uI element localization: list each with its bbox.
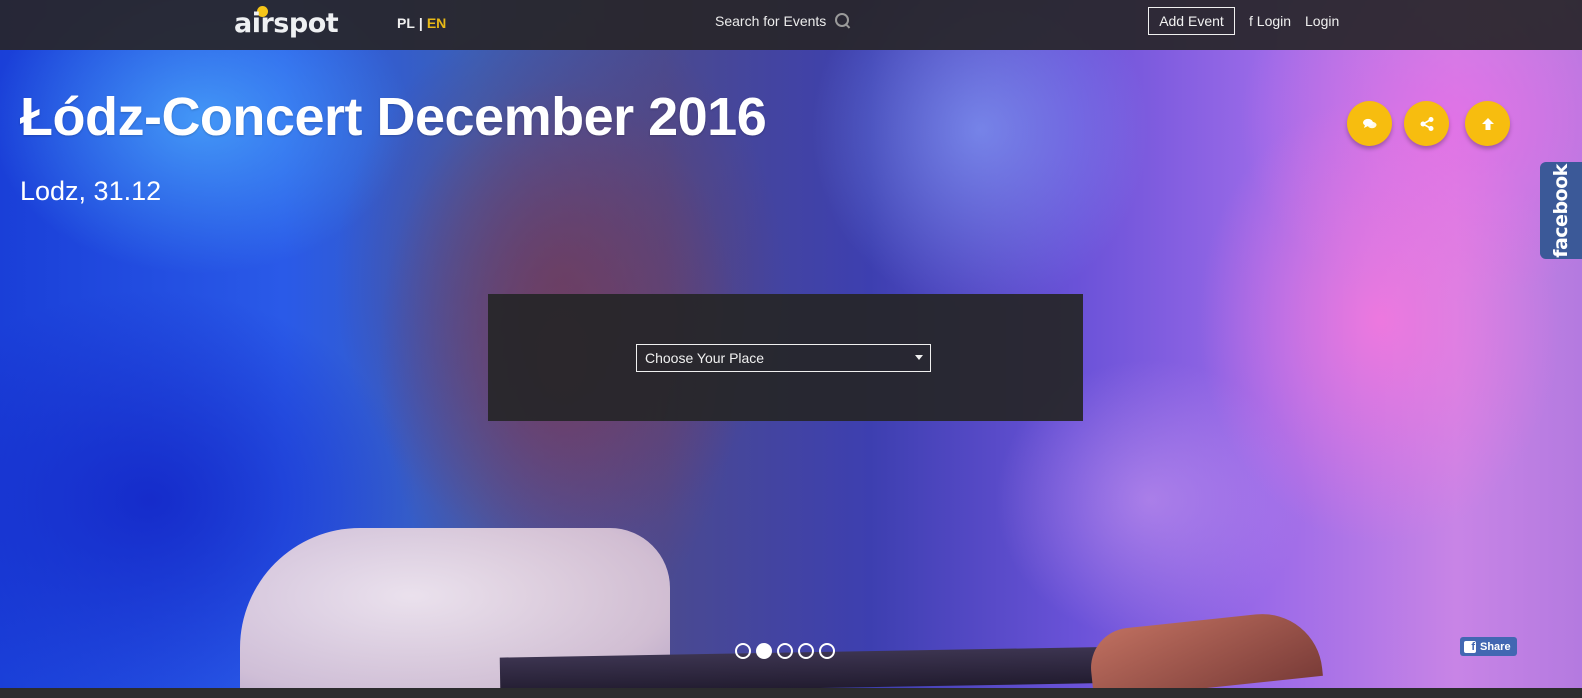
facebook-icon: f [1464,640,1476,653]
facebook-share-button[interactable]: f Share [1460,637,1517,656]
hero-guitar-head [1087,608,1323,688]
facebook-login-link[interactable]: f Login [1249,13,1291,29]
carousel-dot-1[interactable] [735,643,751,659]
language-separator: | [418,15,423,31]
chevron-down-icon [915,355,923,360]
share-button[interactable] [1404,101,1449,146]
carousel-dot-4[interactable] [798,643,814,659]
facebook-share-label: Share [1480,640,1511,653]
search-label: Search for Events [715,13,827,29]
language-pl[interactable]: PL [397,15,415,31]
language-en[interactable]: EN [427,15,446,31]
carousel-dot-2[interactable] [756,643,772,659]
bottom-bar [0,688,1582,698]
share-icon [1420,116,1433,131]
choose-place-value: Choose Your Place [645,350,765,366]
event-title: Łódz-Concert December 2016 [20,87,767,147]
language-switcher: PL | EN [397,15,446,31]
scroll-up-button[interactable] [1465,101,1510,146]
carousel-indicators [735,643,835,659]
event-location-date: Lodz, 31.12 [20,176,162,206]
place-selector-panel: Choose Your Place [488,294,1083,421]
top-navbar: airspot PL | EN Search for Events Add Even… [0,0,1582,50]
choose-place-dropdown[interactable]: Choose Your Place [636,344,931,372]
facebook-side-tab[interactable]: facebook [1540,162,1582,259]
search-icon[interactable] [834,12,852,30]
login-link[interactable]: Login [1305,13,1339,29]
arrow-up-icon [1481,117,1494,130]
facebook-tab-label: facebook [1550,163,1572,258]
add-event-button[interactable]: Add Event [1148,7,1235,35]
carousel-dot-3[interactable] [777,643,793,659]
carousel-dot-5[interactable] [819,643,835,659]
search-events-link[interactable]: Search for Events [715,12,852,30]
logo[interactable]: airspot [234,4,339,44]
comments-button[interactable] [1347,101,1392,146]
comments-icon [1362,118,1376,128]
